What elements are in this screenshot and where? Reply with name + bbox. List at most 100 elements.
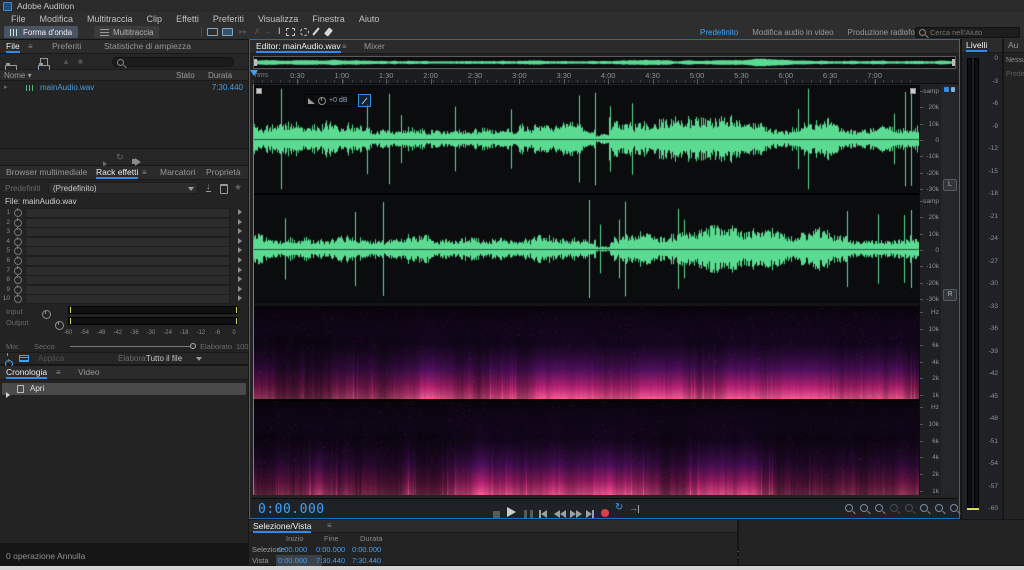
loop-preview-icon[interactable]: ↻ (116, 152, 124, 163)
channel-corner-icon-right[interactable] (910, 88, 916, 94)
favorite-star-icon[interactable]: ★ (234, 183, 242, 192)
workspace-tab-0[interactable]: Predefinito (700, 28, 738, 37)
scroll-top-icon[interactable] (944, 87, 949, 92)
delete-preset-icon[interactable] (220, 184, 228, 194)
zoom-selection-icon[interactable] (875, 504, 883, 512)
mix-slider-handle[interactable] (190, 343, 196, 349)
lasso-selection-tool-icon[interactable] (300, 28, 309, 36)
selection-value[interactable]: 0:00.000 (350, 544, 396, 555)
graphs-toggle-icon[interactable] (19, 355, 29, 362)
help-search-box[interactable] (915, 27, 1020, 38)
column-stato[interactable]: Stato (176, 71, 195, 80)
slot-power-icon[interactable] (14, 208, 22, 217)
panel-menu-icon[interactable]: ≡ (342, 42, 347, 51)
menu-effetti[interactable]: Effetti (169, 14, 206, 24)
slot-power-icon[interactable] (14, 284, 22, 294)
multitrack-view-button[interactable]: Multitraccia (94, 26, 160, 38)
timeline-ruler[interactable]: hms 0:30 1:00 1:30 2:00 2:30 3:00 3:30 4:00 4:30… (253, 70, 958, 84)
overview-navigator[interactable] (253, 56, 956, 69)
slot-arrow-icon[interactable] (238, 209, 242, 215)
effect-slot-8[interactable]: 8 (0, 275, 248, 286)
effect-slot-2[interactable]: 2 (0, 217, 248, 228)
slot-power-icon[interactable] (14, 227, 22, 237)
hud-pin-button[interactable] (358, 94, 371, 107)
slot-power-icon[interactable] (14, 236, 22, 246)
monitor-a-icon[interactable] (207, 28, 218, 36)
slot-insert-box[interactable] (25, 208, 230, 218)
spectral-right-channel[interactable] (253, 401, 919, 495)
slot-power-icon[interactable] (14, 217, 22, 227)
insert-multitrack-icon[interactable]: ▲ (62, 57, 70, 66)
zoom-in-h-icon[interactable] (920, 504, 928, 512)
time-display[interactable]: 0:00.000 (258, 502, 325, 517)
file-row[interactable]: ▸ mainAudio.wav 7:30.440 (0, 82, 248, 94)
skip-selection-button[interactable]: → (629, 503, 639, 513)
help-search-input[interactable] (930, 28, 1015, 37)
left-channel-badge[interactable]: L (943, 179, 957, 191)
new-file-icon[interactable] (40, 58, 48, 66)
menu-multitraccia[interactable]: Multitraccia (80, 14, 140, 24)
preset-dropdown[interactable]: (Predefinito) (48, 182, 198, 194)
slot-insert-box[interactable] (25, 265, 230, 276)
overview-left-handle[interactable] (254, 59, 257, 66)
history-item-apri[interactable]: Apri (2, 383, 246, 398)
tab-selezione-vista[interactable]: Selezione/Vista (253, 520, 312, 533)
effect-slot-7[interactable]: 7 (0, 265, 248, 276)
menu-finestra[interactable]: Finestra (305, 14, 352, 24)
zoom-out-h-icon[interactable] (935, 504, 943, 512)
panel-menu-icon[interactable]: ≡ (327, 521, 332, 530)
tab-livelli[interactable]: Livelli (966, 39, 988, 52)
waveform-right-channel[interactable] (253, 195, 919, 303)
slot-insert-box[interactable] (25, 246, 230, 257)
effect-slot-9[interactable]: 9 (0, 284, 248, 295)
effect-slot-4[interactable]: 4 (0, 236, 248, 247)
files-column-header[interactable]: Nome ▾ Stato Durata (0, 70, 248, 81)
input-knob-icon[interactable] (42, 310, 51, 319)
tab-statistiche-di-ampiezza[interactable]: Statistiche di ampiezza (104, 40, 191, 52)
effect-slot-5[interactable]: 5 (0, 246, 248, 257)
menu-visualizza[interactable]: Visualizza (251, 14, 305, 24)
marquee-selection-tool-icon[interactable] (286, 28, 295, 36)
zoom-in-full-icon[interactable] (845, 504, 853, 512)
playhead-marker[interactable] (250, 70, 258, 76)
scroll-top-icon2[interactable] (951, 87, 955, 92)
paintbrush-tool-icon[interactable] (312, 27, 320, 36)
effect-slot-3[interactable]: 3 (0, 227, 248, 238)
tab-proprieta[interactable]: Proprietà (206, 166, 241, 178)
razor-tool-icon[interactable]: ✗ (254, 27, 261, 36)
panel-menu-icon[interactable]: ≡ (56, 368, 61, 377)
tab-video[interactable]: Video (78, 366, 100, 378)
slot-power-icon[interactable] (14, 294, 22, 304)
slot-power-icon[interactable] (14, 256, 22, 265)
effect-slot-10[interactable]: 10 (0, 294, 248, 305)
column-durata[interactable]: Durata (208, 71, 232, 80)
channel-corner-icon[interactable] (256, 88, 262, 94)
slot-arrow-icon[interactable] (238, 257, 242, 263)
overview-right-handle[interactable] (952, 59, 955, 66)
files-search-box[interactable] (112, 57, 234, 67)
expander-icon[interactable]: ▸ (4, 83, 8, 91)
save-preset-icon[interactable]: ↓ (206, 182, 211, 192)
slot-arrow-icon[interactable] (238, 285, 242, 292)
slot-arrow-icon[interactable] (238, 237, 242, 244)
slip-tool-icon[interactable]: ↔ (264, 27, 272, 36)
slot-arrow-icon[interactable] (238, 276, 242, 283)
tab-preferiti[interactable]: Preferiti (52, 40, 81, 52)
menu-file[interactable]: File (4, 14, 33, 24)
slot-arrow-icon[interactable] (238, 266, 242, 273)
slot-insert-box[interactable] (25, 256, 230, 266)
tab-file[interactable]: File (6, 40, 20, 53)
move-tool-icon[interactable]: ▸▸ (239, 27, 247, 36)
loop-playback-button[interactable]: ↻ (615, 502, 623, 513)
delete-file-icon[interactable]: ■ (78, 57, 83, 66)
menu-aiuto[interactable]: Aiuto (352, 14, 387, 24)
volume-hud[interactable]: +0 dB (304, 94, 356, 107)
slot-insert-box[interactable] (25, 294, 230, 305)
process-dropdown[interactable]: Tutto il file (146, 354, 182, 363)
output-knob-icon[interactable] (55, 321, 65, 330)
slot-arrow-icon[interactable] (238, 247, 242, 254)
right-channel-badge[interactable]: R (943, 289, 957, 301)
menu-modifica[interactable]: Modifica (33, 14, 81, 24)
tab-cronologia[interactable]: Cronologia (6, 366, 48, 379)
levels-meter-body[interactable]: 0 -3 -6 -9 -12 -15 -18 -21 -24 -27 -30 -33 -36 -39 -42… (962, 53, 1002, 519)
